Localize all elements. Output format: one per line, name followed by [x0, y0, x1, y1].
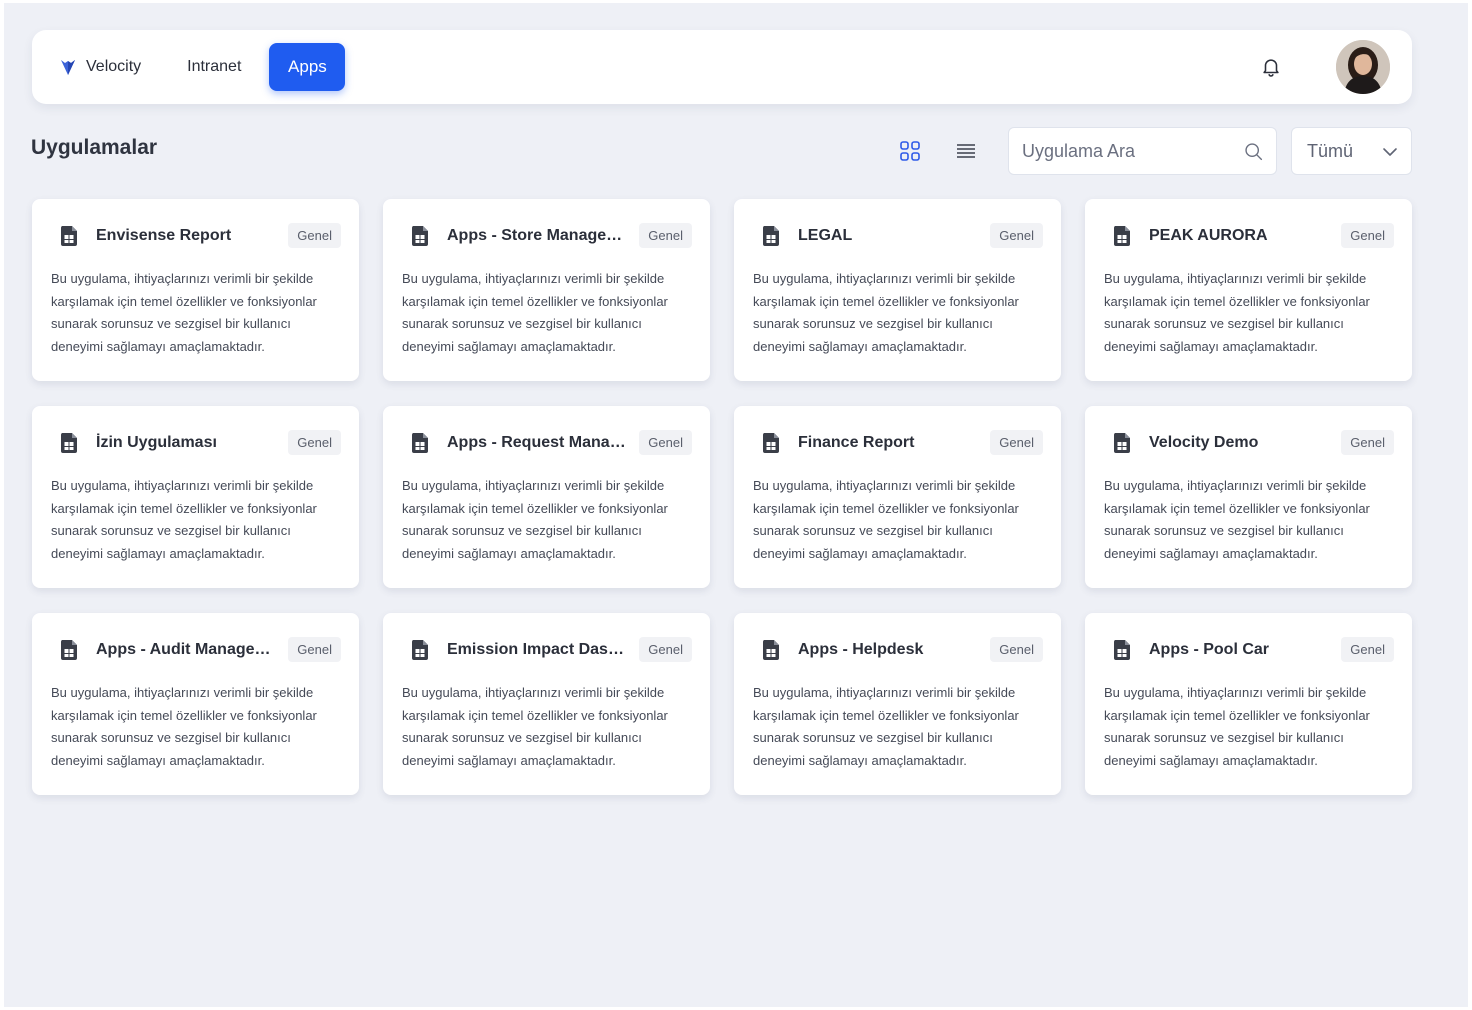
app-file-icon — [1112, 432, 1132, 454]
app-card[interactable]: Envisense Report Genel Bu uygulama, ihtiya… — [32, 199, 359, 381]
app-card-description: Bu uygulama, ihtiyaçlarınızı verimli bir… — [753, 478, 1019, 561]
app-card-title: Velocity Demo — [1149, 434, 1259, 451]
app-file-icon — [410, 225, 430, 247]
app-card-title: Emission Impact Dashb... — [447, 641, 627, 658]
app-card[interactable]: Velocity Demo Genel Bu uygulama, ihtiyaçla… — [1085, 406, 1412, 588]
category-badge: Genel — [288, 637, 341, 662]
app-card[interactable]: Finance Report Genel Bu uygulama, ihtiyaçl… — [734, 406, 1061, 588]
chevron-down-icon — [1383, 148, 1397, 156]
app-card[interactable]: Apps - Request Manag... Genel Bu uygulama,… — [383, 406, 710, 588]
user-avatar[interactable] — [1336, 40, 1390, 94]
category-badge: Genel — [639, 637, 692, 662]
search-icon[interactable] — [1243, 141, 1264, 162]
nav-link-intranet[interactable]: Intranet — [187, 58, 241, 76]
app-card-description: Bu uygulama, ihtiyaçlarınızı verimli bir… — [402, 478, 668, 561]
app-file-icon — [59, 432, 79, 454]
app-card-title: Finance Report — [798, 434, 915, 451]
app-card-description: Bu uygulama, ihtiyaçlarınızı verimli bir… — [51, 685, 317, 768]
app-card[interactable]: LEGAL Genel Bu uygulama, ihtiyaçlarınızı v… — [734, 199, 1061, 381]
app-file-icon — [410, 432, 430, 454]
bell-icon[interactable] — [1260, 56, 1282, 78]
app-card-title: Apps - Helpdesk — [798, 641, 924, 658]
app-card-description: Bu uygulama, ihtiyaçlarınızı verimli bir… — [51, 271, 317, 354]
category-badge: Genel — [288, 430, 341, 455]
app-card-title: Envisense Report — [96, 227, 232, 244]
app-file-icon — [761, 432, 781, 454]
app-card-title: PEAK AURORA — [1149, 227, 1268, 244]
app-card[interactable]: Apps - Store Managem... Genel Bu uygulama,… — [383, 199, 710, 381]
list-view-icon[interactable] — [954, 139, 978, 163]
category-badge: Genel — [990, 430, 1043, 455]
category-badge: Genel — [1341, 430, 1394, 455]
category-badge: Genel — [990, 223, 1043, 248]
category-filter-select[interactable]: Tümü — [1291, 127, 1412, 175]
app-card-title: LEGAL — [798, 227, 853, 244]
app-file-icon — [410, 639, 430, 661]
app-card-description: Bu uygulama, ihtiyaçlarınızı verimli bir… — [402, 271, 668, 354]
category-badge: Genel — [1341, 223, 1394, 248]
app-card-description: Bu uygulama, ihtiyaçlarınızı verimli bir… — [1104, 271, 1370, 354]
app-card[interactable]: PEAK AURORA Genel Bu uygulama, ihtiyaçları… — [1085, 199, 1412, 381]
category-badge: Genel — [288, 223, 341, 248]
filter-value: Tümü — [1307, 140, 1354, 161]
app-file-icon — [761, 639, 781, 661]
app-card[interactable]: İzin Uygulaması Genel Bu uygulama, ihtiyaç… — [32, 406, 359, 588]
top-navigation: Velocity Intranet Apps — [32, 30, 1412, 104]
app-card-description: Bu uygulama, ihtiyaçlarınızı verimli bir… — [753, 685, 1019, 768]
search-box — [1008, 127, 1277, 175]
app-card[interactable]: Apps - Pool Car Genel Bu uygulama, ihtiyaç… — [1085, 613, 1412, 795]
velocity-logo-icon — [61, 60, 75, 75]
app-card-title: Apps - Request Manag... — [447, 434, 627, 451]
app-file-icon — [59, 639, 79, 661]
app-card-description: Bu uygulama, ihtiyaçlarınızı verimli bir… — [402, 685, 668, 768]
page-title: Uygulamalar — [31, 136, 158, 159]
app-file-icon — [1112, 639, 1132, 661]
avatar-image — [1336, 40, 1390, 94]
category-badge: Genel — [639, 430, 692, 455]
app-card-description: Bu uygulama, ihtiyaçlarınızı verimli bir… — [1104, 478, 1370, 561]
grid-view-icon[interactable] — [898, 139, 922, 163]
app-card-title: Apps - Store Managem... — [447, 227, 627, 244]
app-card[interactable]: Emission Impact Dashb... Genel Bu uygulama… — [383, 613, 710, 795]
app-card-title: Apps - Audit Managem... — [96, 641, 276, 658]
app-card-title: İzin Uygulaması — [96, 434, 217, 451]
app-card-description: Bu uygulama, ihtiyaçlarınızı verimli bir… — [51, 478, 317, 561]
nav-link-apps[interactable]: Apps — [269, 43, 346, 91]
app-card-description: Bu uygulama, ihtiyaçlarınızı verimli bir… — [753, 271, 1019, 354]
category-badge: Genel — [639, 223, 692, 248]
app-file-icon — [1112, 225, 1132, 247]
app-file-icon — [59, 225, 79, 247]
nav-brand-velocity[interactable]: Velocity — [60, 58, 141, 76]
search-input[interactable] — [1022, 140, 1232, 162]
category-badge: Genel — [990, 637, 1043, 662]
app-card-description: Bu uygulama, ihtiyaçlarınızı verimli bir… — [1104, 685, 1370, 768]
nav-brand-label: Velocity — [86, 58, 142, 75]
app-card[interactable]: Apps - Helpdesk Genel Bu uygulama, ihtiyaç… — [734, 613, 1061, 795]
app-card[interactable]: Apps - Audit Managem... Genel Bu uygulama,… — [32, 613, 359, 795]
app-file-icon — [761, 225, 781, 247]
category-badge: Genel — [1341, 637, 1394, 662]
app-card-title: Apps - Pool Car — [1149, 641, 1270, 658]
page: Velocity Intranet Apps Uygulamalar Uygul… — [4, 3, 1468, 1007]
